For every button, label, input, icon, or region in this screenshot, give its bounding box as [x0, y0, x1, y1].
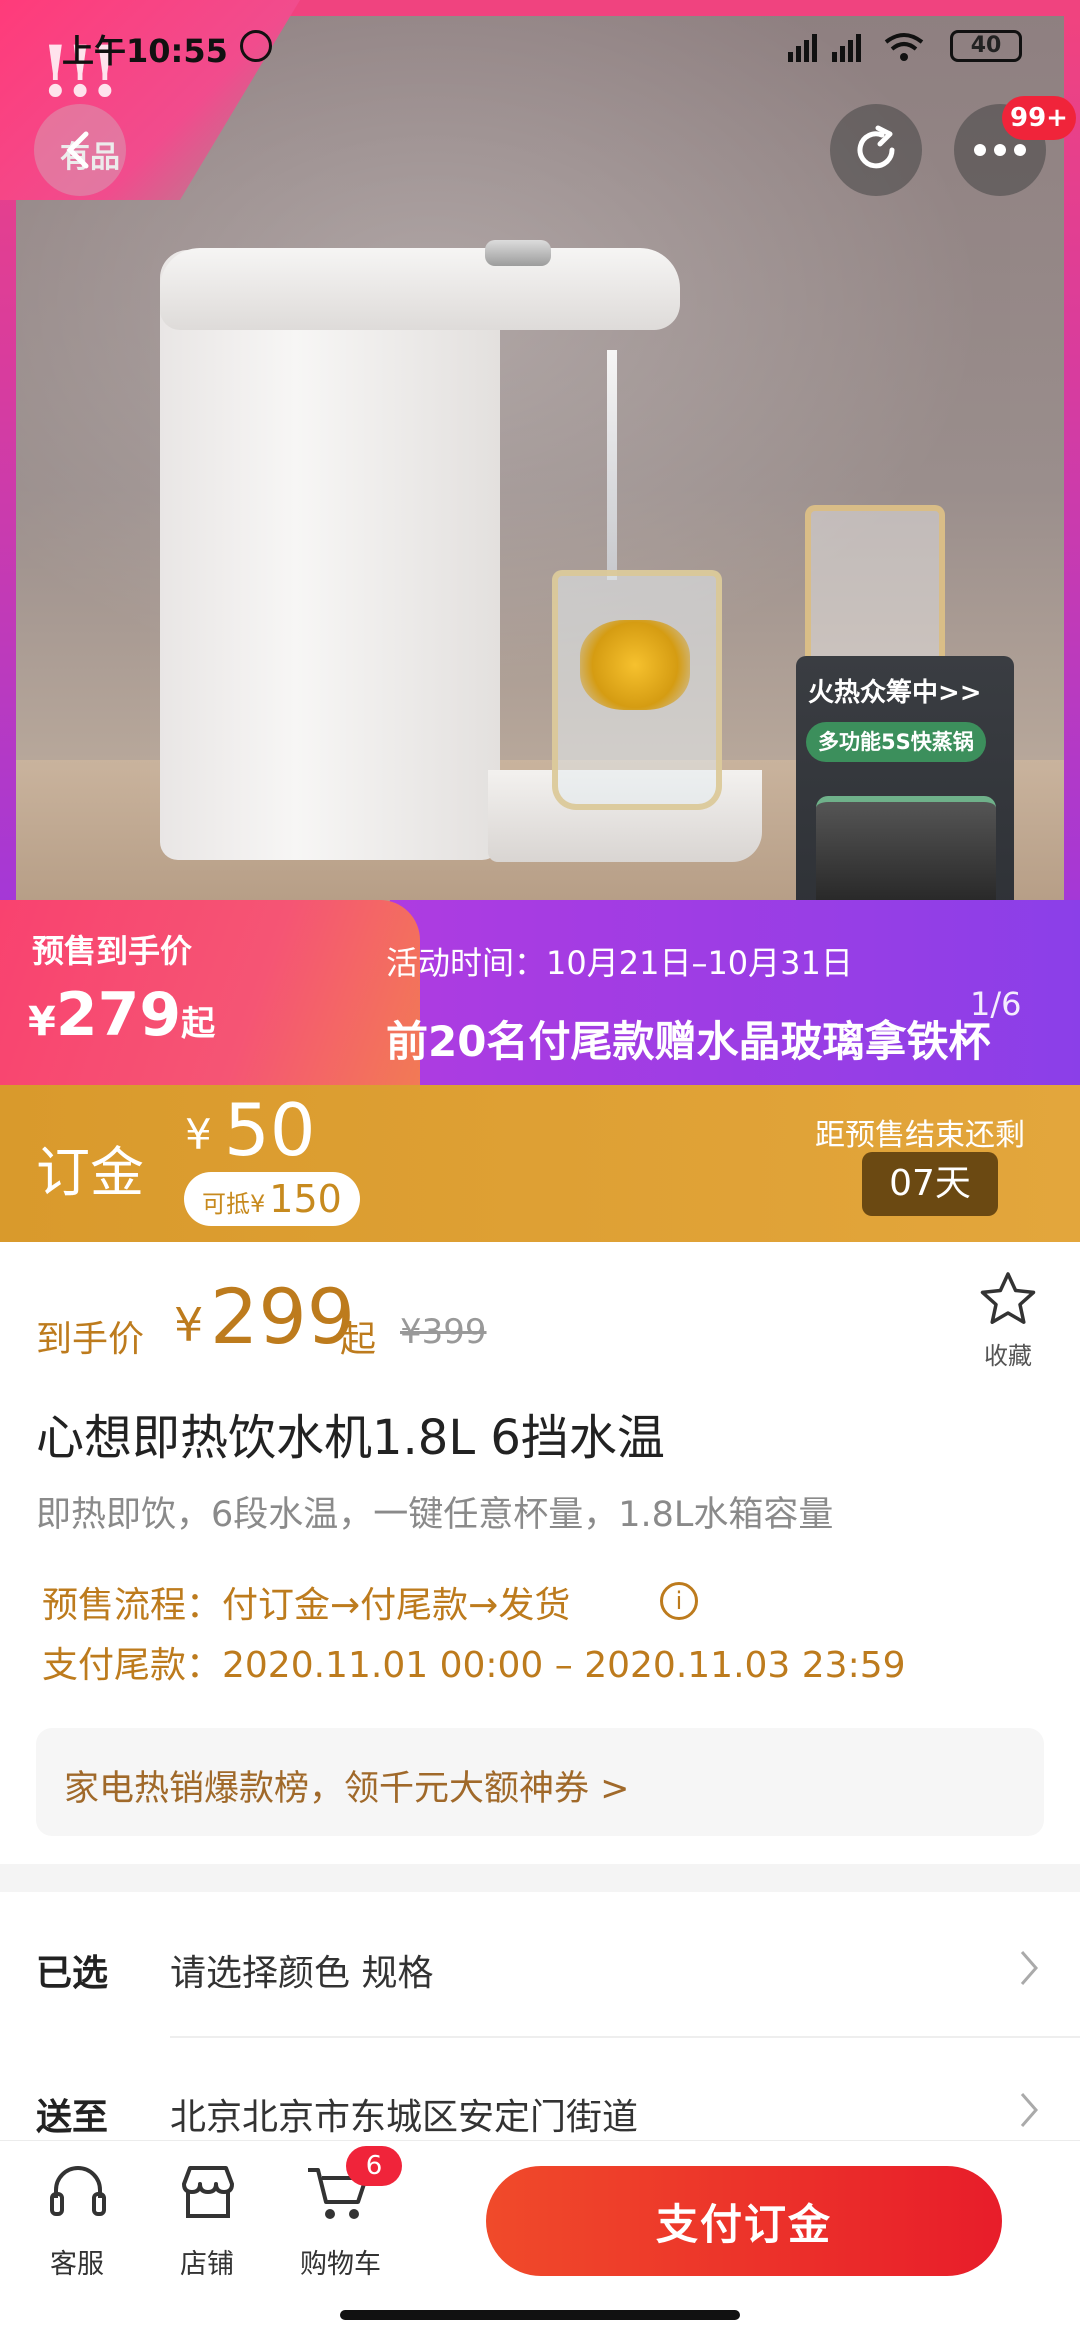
crowdfunding-product-tag: 多功能5S快蒸锅: [806, 722, 986, 762]
coupon-banner-text[interactable]: 家电热销爆款榜，领千元大额神券 >: [64, 1760, 629, 1811]
product-title: 心想即热饮水机1.8L 6挡水温: [36, 1410, 665, 1466]
favorite-button[interactable]: 收藏: [960, 1264, 1060, 1374]
info-icon[interactable]: i: [660, 1582, 698, 1620]
crowdfunding-card[interactable]: 火热众筹中>> 多功能5S快蒸锅: [796, 656, 1014, 932]
presale-remaining-days: 07天: [862, 1152, 998, 1216]
section-divider: [0, 1864, 1080, 1892]
row-divider: [170, 2036, 1080, 2038]
store-icon: [182, 2166, 234, 2218]
deposit-currency: ¥: [185, 1110, 212, 1159]
activity-time: 活动时间：10月21日–10月31日: [386, 944, 853, 982]
chevron-right-icon: [1020, 1951, 1038, 1985]
chevron-right-icon: [1020, 2093, 1038, 2127]
presale-price-value: 279: [55, 980, 182, 1050]
final-price-label: 到手价: [36, 1319, 145, 1360]
cart-count-badge: 6: [346, 2146, 402, 2186]
final-price-value: 299: [210, 1272, 356, 1361]
presale-remaining-label: 距预售结束还剩: [815, 1118, 1025, 1153]
steamer-product-image: [816, 796, 996, 916]
battery-indicator: 40: [950, 30, 1022, 62]
headset-icon: [50, 2166, 106, 2216]
presale-price: ¥279起: [28, 980, 215, 1050]
star-icon: [980, 1272, 1036, 1324]
presale-currency: ¥: [28, 999, 56, 1045]
share-button[interactable]: [830, 104, 922, 196]
deposit-amount: 50: [224, 1088, 316, 1172]
activity-promo: 前20名付尾款赠水晶玻璃拿铁杯: [386, 1017, 991, 1066]
pay-deposit-button[interactable]: 支付订金: [486, 2166, 1002, 2276]
status-time: 上午10:55: [62, 32, 228, 70]
store-button[interactable]: 店铺: [160, 2150, 260, 2290]
favorite-label: 收藏: [984, 1342, 1032, 1370]
crowdfunding-title: 火热众筹中>>: [808, 678, 982, 708]
customer-service-label: 客服: [50, 2249, 104, 2280]
final-payment-window: 支付尾款：2020.11.01 00:00 – 2020.11.03 23:59: [42, 1645, 906, 1686]
more-dots-icon: [974, 144, 1026, 156]
chevron-left-icon: [66, 131, 89, 169]
back-button[interactable]: [34, 104, 126, 196]
customer-service-button[interactable]: 客服: [30, 2150, 130, 2290]
deposit-deduction-prefix: 可抵¥: [202, 1190, 266, 1218]
deposit-label: 订金: [36, 1141, 144, 1204]
share-refresh-icon: [857, 125, 895, 169]
spec-select-value: 请选择颜色 规格: [170, 1953, 434, 1994]
product-subtitle: 即热即饮，6段水温，一键任意杯量，1.8L水箱容量: [36, 1495, 834, 1535]
home-indicator[interactable]: [340, 2310, 740, 2320]
deposit-deduction-amount: 150: [269, 1177, 342, 1221]
deposit-deduction-pill: 可抵¥ 150: [184, 1172, 360, 1226]
spec-select-label: 已选: [36, 1953, 109, 1994]
presale-price-label: 预售到手价: [32, 932, 193, 970]
delivery-label: 送至: [36, 2097, 109, 2138]
alarm-icon: [240, 30, 272, 62]
store-label: 店铺: [180, 2249, 234, 2280]
original-price: ¥399: [400, 1312, 487, 1352]
spec-select-row[interactable]: 已选 请选择颜色 规格: [0, 1900, 1080, 2030]
signal-wifi-icons: [788, 33, 924, 62]
presale-flow: 预售流程：付订金→付尾款→发货: [42, 1585, 571, 1626]
final-price-suffix: 起: [340, 1319, 377, 1360]
delivery-address-row[interactable]: 送至 北京北京市东城区安定门街道: [0, 2040, 1080, 2140]
final-price-currency: ¥: [174, 1298, 204, 1352]
cart-label: 购物车: [300, 2249, 381, 2280]
presale-price-suffix: 起: [181, 1004, 216, 1044]
delivery-address: 北京北京市东城区安定门街道: [170, 2097, 639, 2138]
image-page-indicator: 1/6: [970, 985, 1022, 1023]
message-count-badge: 99+: [1002, 96, 1076, 140]
